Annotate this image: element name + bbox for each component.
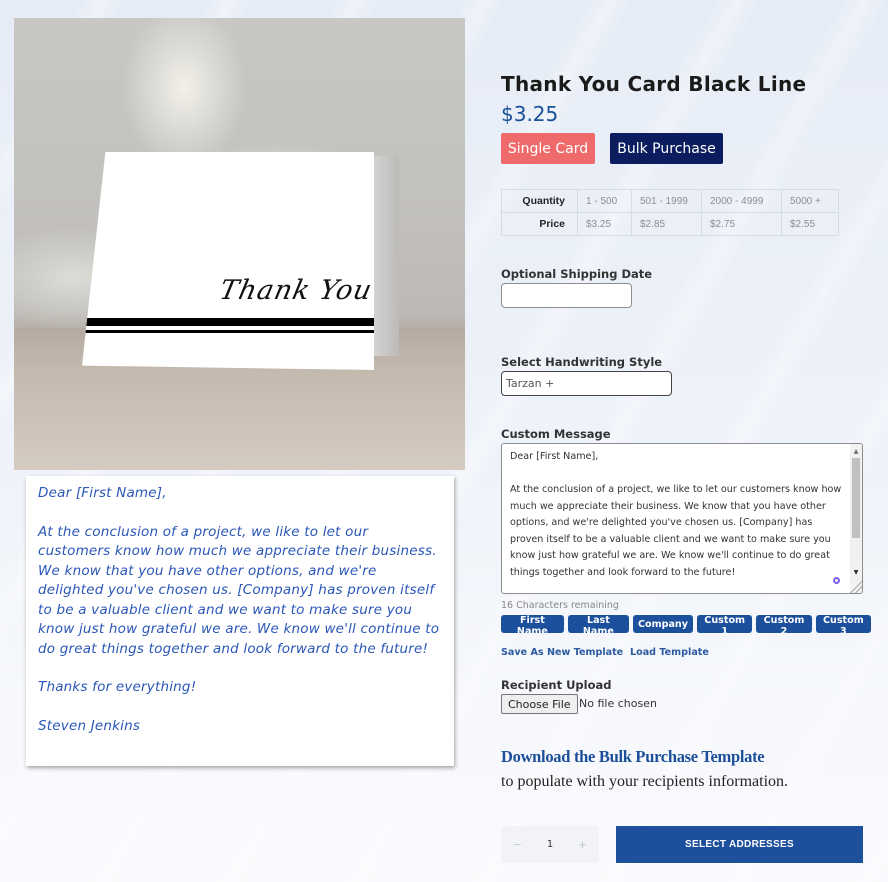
characters-remaining: 16 Characters remaining xyxy=(501,600,619,611)
card-front: Thank You xyxy=(82,152,374,370)
card-thin-line xyxy=(82,330,374,333)
single-card-button[interactable]: Single Card xyxy=(501,133,595,164)
preview-signature: Steven Jenkins xyxy=(38,717,141,734)
preview-closing: Thanks for everything! xyxy=(38,679,197,695)
grammar-check-icon[interactable] xyxy=(833,577,840,584)
message-greeting: Dear [First Name], xyxy=(510,451,599,462)
token-last-name[interactable]: Last Name xyxy=(567,615,629,637)
pricing-table: Quantity 1 - 500 501 - 1999 2000 - 4999 … xyxy=(501,189,839,236)
custom-message-label: Custom Message xyxy=(501,427,611,441)
choose-file-button[interactable]: Choose File xyxy=(501,694,578,714)
quantity-cell: 1 - 500 xyxy=(577,189,632,213)
scroll-thumb[interactable] xyxy=(852,458,860,538)
message-scrollbar[interactable]: ▲ ▼ xyxy=(850,444,862,593)
increment-button[interactable]: + xyxy=(566,826,599,863)
card-thick-line xyxy=(82,318,374,326)
product-title: Thank You Card Black Line xyxy=(501,72,807,96)
load-template-link[interactable]: Load Template xyxy=(630,647,709,658)
product-price: $3.25 xyxy=(501,102,559,126)
decrement-button[interactable]: − xyxy=(501,826,534,863)
merge-field-buttons: First Name Last Name Company Custom 1 Cu… xyxy=(501,615,871,637)
price-cell: $2.55 xyxy=(781,212,839,236)
preview-body: At the conclusion of a project, we like … xyxy=(38,523,440,657)
scroll-down-arrow-icon[interactable]: ▼ xyxy=(850,567,862,579)
preview-greeting: Dear [First Name], xyxy=(38,485,167,501)
bulk-purchase-button[interactable]: Bulk Purchase xyxy=(610,133,723,164)
file-status: No file chosen xyxy=(579,697,657,710)
quantity-header: Quantity xyxy=(501,189,578,213)
price-cell: $3.25 xyxy=(577,212,632,236)
custom-message-textarea[interactable]: Dear [First Name], At the conclusion of … xyxy=(501,443,863,594)
shipping-date-input[interactable] xyxy=(501,283,632,308)
quantity-cell: 2000 - 4999 xyxy=(701,189,782,213)
handwriting-style-label: Select Handwriting Style xyxy=(501,355,663,369)
save-template-link[interactable]: Save As New Template xyxy=(501,647,623,658)
token-custom-1[interactable]: Custom 1 xyxy=(697,615,753,637)
card-thank-you-text: Thank You xyxy=(216,275,376,306)
download-template-link[interactable]: Download the Bulk Purchase Template xyxy=(501,747,765,767)
price-header: Price xyxy=(501,212,578,236)
custom-message-content: Dear [First Name], At the conclusion of … xyxy=(510,449,848,593)
quantity-stepper: − 1 + xyxy=(501,826,599,863)
price-row: Price $3.25 $2.85 $2.75 $2.55 xyxy=(501,212,839,236)
token-custom-2[interactable]: Custom 2 xyxy=(756,615,812,637)
product-photo: Thank You xyxy=(14,18,465,470)
quantity-row: Quantity 1 - 500 501 - 1999 2000 - 4999 … xyxy=(501,189,839,213)
select-addresses-button[interactable]: SELECT ADDRESSES xyxy=(616,826,863,863)
quantity-cell: 501 - 1999 xyxy=(631,189,702,213)
token-company[interactable]: Company xyxy=(632,615,694,633)
handwriting-style-select[interactable]: Tarzan + xyxy=(501,371,672,396)
resize-handle-icon[interactable] xyxy=(850,581,862,593)
recipient-upload-label: Recipient Upload xyxy=(501,678,612,692)
token-custom-3[interactable]: Custom 3 xyxy=(815,615,871,637)
shipping-date-label: Optional Shipping Date xyxy=(501,267,653,281)
price-cell: $2.85 xyxy=(631,212,702,236)
message-body: At the conclusion of a project, we like … xyxy=(510,484,842,578)
quantity-value[interactable]: 1 xyxy=(534,839,566,850)
handwriting-preview: Dear [First Name], At the conclusion of … xyxy=(26,476,454,766)
token-first-name[interactable]: First Name xyxy=(501,615,564,637)
quantity-cell: 5000 + xyxy=(781,189,839,213)
scroll-up-arrow-icon[interactable]: ▲ xyxy=(850,446,862,458)
download-template-subtitle: to populate with your recipients informa… xyxy=(501,773,789,790)
price-cell: $2.75 xyxy=(701,212,782,236)
